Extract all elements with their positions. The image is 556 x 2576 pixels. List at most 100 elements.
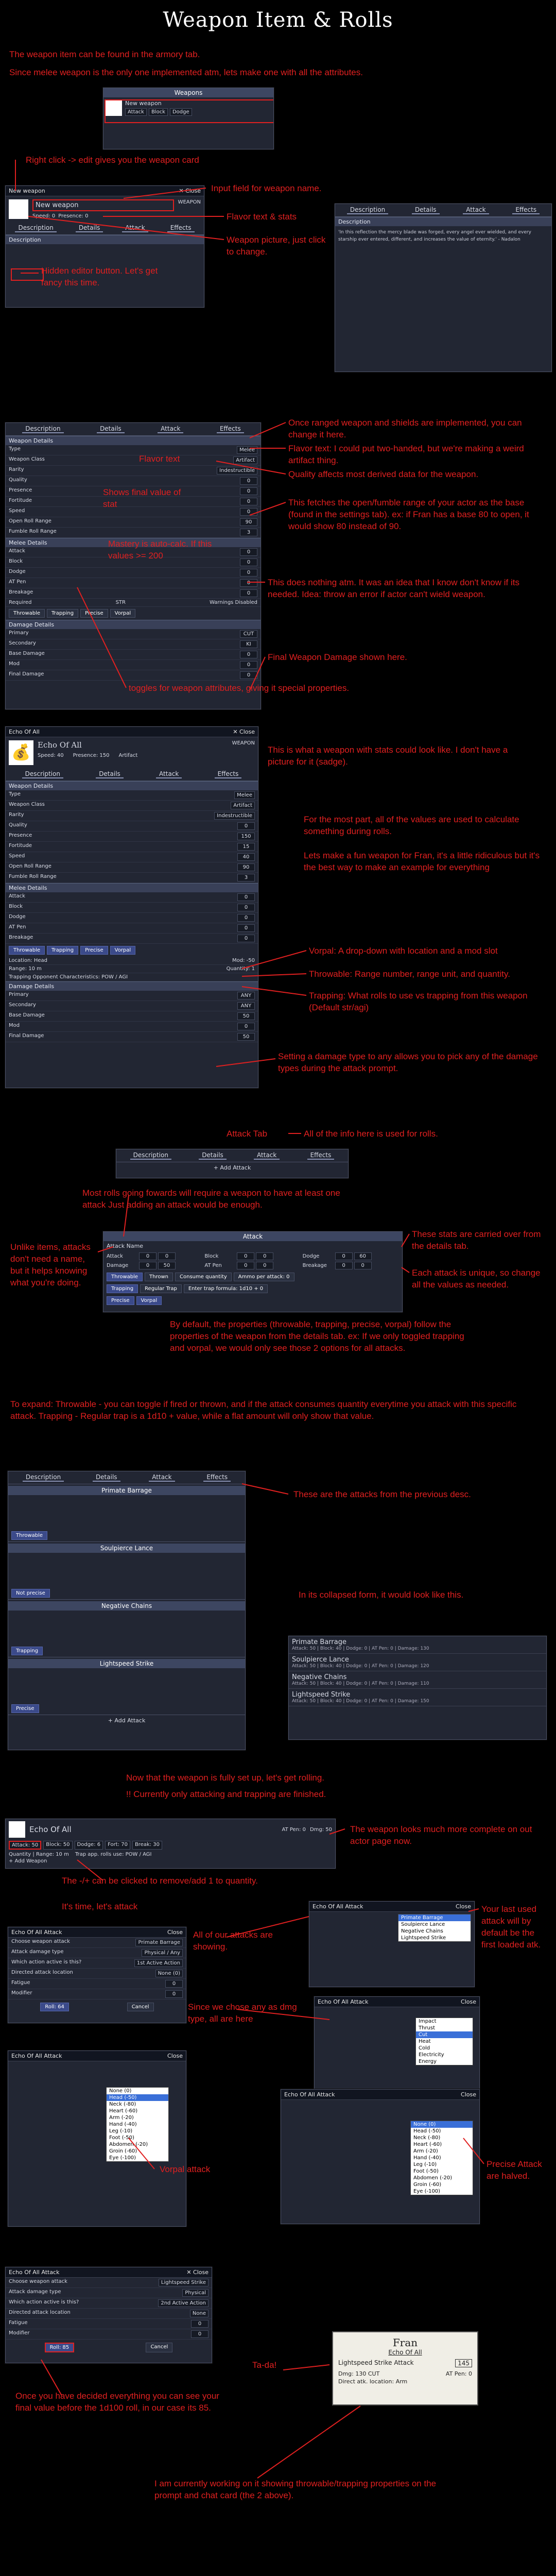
dropdown-option[interactable]: Abdomen (-20) (411, 2175, 473, 2181)
damage-detail-value[interactable]: 0 (240, 671, 257, 679)
tab-attack[interactable]: Attack (122, 224, 148, 232)
dropdown-option[interactable]: Thrust (416, 2025, 473, 2031)
damage-detail-value[interactable]: 50 (237, 1033, 255, 1041)
melee-detail-value[interactable]: 0 (237, 935, 255, 942)
dropdown-option[interactable]: None (0) (107, 2088, 168, 2094)
chip-precise[interactable]: Precise (107, 1296, 134, 1305)
roll-button[interactable]: Roll: 85 (44, 2343, 75, 2352)
prompt-field-value[interactable]: Primate Barrage (135, 1939, 183, 1946)
weapon-detail-value[interactable]: 150 (237, 833, 255, 840)
tab-description[interactable]: Description (22, 770, 63, 778)
prompt-field-value[interactable]: Physical (182, 2289, 208, 2297)
close-icon[interactable]: Close (461, 2091, 476, 2098)
prompt-field-value[interactable]: 0 (165, 1990, 183, 1998)
prompt-field-value[interactable]: 2nd Active Action (158, 2299, 208, 2307)
attack-entry-name[interactable]: Lightspeed Strike (8, 1659, 245, 1668)
dropdown-option[interactable]: Leg (-10) (107, 2128, 168, 2134)
dropdown-option[interactable]: Neck (-80) (411, 2134, 473, 2141)
dropdown-option[interactable]: Electricity (416, 2052, 473, 2058)
prompt-field-value[interactable]: 0 (165, 1980, 183, 1988)
dropdown-option[interactable]: Impact (416, 2018, 473, 2025)
attack-name-input[interactable]: Attack Name (103, 1241, 402, 1251)
prompt-field-value[interactable]: 1st Active Action (134, 1959, 183, 1967)
tab-description[interactable]: Description (130, 1151, 171, 1160)
tab-effects[interactable]: Effects (307, 1151, 335, 1160)
attack-entry-tag[interactable]: Throwable (11, 1531, 48, 1540)
melee-detail-value[interactable]: 0 (237, 904, 255, 911)
weapon-detail-value[interactable]: 40 (237, 853, 255, 861)
tab-attack[interactable]: Attack (463, 206, 489, 214)
melee-detail-value[interactable]: 0 (240, 569, 257, 577)
dropdown-option[interactable]: Cut (416, 2031, 473, 2038)
dropdown-option[interactable]: Groin (-60) (107, 2148, 168, 2155)
hidden-editor-button[interactable] (11, 268, 44, 281)
prompt-field-value[interactable]: Lightspeed Strike (158, 2279, 208, 2286)
weapon-detail-value[interactable]: 3 (240, 529, 257, 536)
weapon-icon[interactable] (9, 1821, 25, 1838)
cancel-button[interactable]: Cancel (127, 2003, 154, 2011)
attack-stat[interactable]: Attack: 50 (9, 1841, 42, 1850)
dropdown-option[interactable]: Head (-50) (411, 2128, 473, 2134)
close-icon[interactable]: Close (167, 1929, 183, 1936)
roll-button[interactable]: Roll: 64 (40, 2003, 69, 2011)
close-icon[interactable]: ✕ Close (233, 728, 255, 735)
tab-effects[interactable]: Effects (214, 770, 242, 778)
throw-quantity[interactable]: Quantity: 1 (227, 966, 255, 972)
dropdown-option[interactable]: Hand (-40) (107, 2121, 168, 2128)
weapon-detail-value[interactable]: 0 (240, 508, 257, 516)
attack-select[interactable]: Primate Barrage Soulpierce Lance Negativ… (398, 1914, 471, 1942)
required-stat[interactable]: STR (116, 600, 126, 605)
chip-trapping[interactable]: Trapping (107, 1284, 138, 1293)
dropdown-option[interactable]: Eye (-100) (411, 2188, 473, 2195)
weapon-detail-value[interactable]: 90 (237, 863, 255, 871)
melee-detail-value[interactable]: 0 (237, 924, 255, 932)
add-attack-button[interactable]: + Add Attack (116, 1162, 348, 1173)
dropdown-option[interactable]: Heart (-60) (411, 2141, 473, 2148)
precise-toggle[interactable]: Precise (80, 946, 108, 955)
dropdown-option[interactable]: Energy (416, 2058, 473, 2065)
dropdown-option[interactable]: Foot (-50) (411, 2168, 473, 2175)
weapon-detail-value[interactable]: 3 (237, 874, 255, 882)
chip-trap-formula[interactable]: Enter trap formula: 1d10 + 0 (183, 1284, 268, 1293)
collapsed-attack[interactable]: Lightspeed Strike Attack: 50 | Block: 40 … (289, 1689, 546, 1706)
melee-detail-value[interactable]: 0 (240, 548, 257, 556)
attack-entry-name[interactable]: Primate Barrage (8, 1486, 245, 1495)
prompt-field-value[interactable]: 0 (191, 2330, 208, 2338)
attack-option[interactable]: Lightspeed Strike (398, 1935, 471, 1941)
collapsed-attack[interactable]: Negative Chains Attack: 50 | Block: 40 | … (289, 1671, 546, 1689)
tab-effects[interactable]: Effects (203, 1473, 231, 1482)
add-weapon-button[interactable]: + Add Weapon (6, 1858, 335, 1864)
attack-option[interactable]: Negative Chains (398, 1928, 471, 1935)
cancel-button[interactable]: Cancel (146, 2343, 173, 2352)
trapping-toggle[interactable]: Trapping (47, 609, 79, 618)
dropdown-option[interactable]: Heart (-60) (107, 2108, 168, 2114)
add-attack-button[interactable]: + Add Attack (8, 1715, 245, 1726)
damage-detail-value[interactable]: ANY (237, 992, 255, 999)
close-icon[interactable]: Close (461, 1998, 476, 2005)
melee-detail-value[interactable]: 0 (240, 589, 257, 597)
damage-detail-value[interactable]: CUT (240, 630, 257, 638)
weapon-detail-value[interactable]: 90 (240, 518, 257, 526)
attack-field-base[interactable]: 0 (335, 1252, 353, 1260)
attack-entry-tag[interactable]: Precise (11, 1704, 39, 1713)
tab-details[interactable]: Details (96, 770, 124, 778)
tab-description[interactable]: Description (346, 206, 389, 214)
attack-field-base[interactable]: 0 (237, 1252, 255, 1260)
dropdown-option[interactable]: Head (-50) (107, 2094, 168, 2101)
dropdown-option[interactable]: Cold (416, 2045, 473, 2052)
dropdown-option[interactable]: Leg (-10) (411, 2161, 473, 2168)
weapon-name[interactable]: Echo Of All (38, 740, 228, 750)
dodge-stat[interactable]: Dodge: 6 (74, 1841, 103, 1850)
tab-details[interactable]: Details (92, 1473, 120, 1482)
weapon-detail-value[interactable]: Indestructible (214, 812, 255, 820)
weapon-picture[interactable] (9, 199, 28, 219)
damage-detail-value[interactable]: 0 (240, 651, 257, 658)
prompt-field-value[interactable]: Physical / Any (142, 1949, 183, 1957)
trapping-toggle[interactable]: Trapping (47, 946, 79, 955)
weapon-detail-value[interactable]: 0 (240, 498, 257, 505)
throwable-toggle[interactable]: Throwable (9, 946, 45, 955)
location-select-precise[interactable]: None (0) Head (-50) Neck (-80) Heart (-60) A… (410, 2121, 473, 2195)
close-icon[interactable]: ✕ Close (179, 188, 201, 194)
weapon-detail-value[interactable]: 0 (237, 822, 255, 830)
dropdown-option[interactable]: Foot (-50) (107, 2134, 168, 2141)
